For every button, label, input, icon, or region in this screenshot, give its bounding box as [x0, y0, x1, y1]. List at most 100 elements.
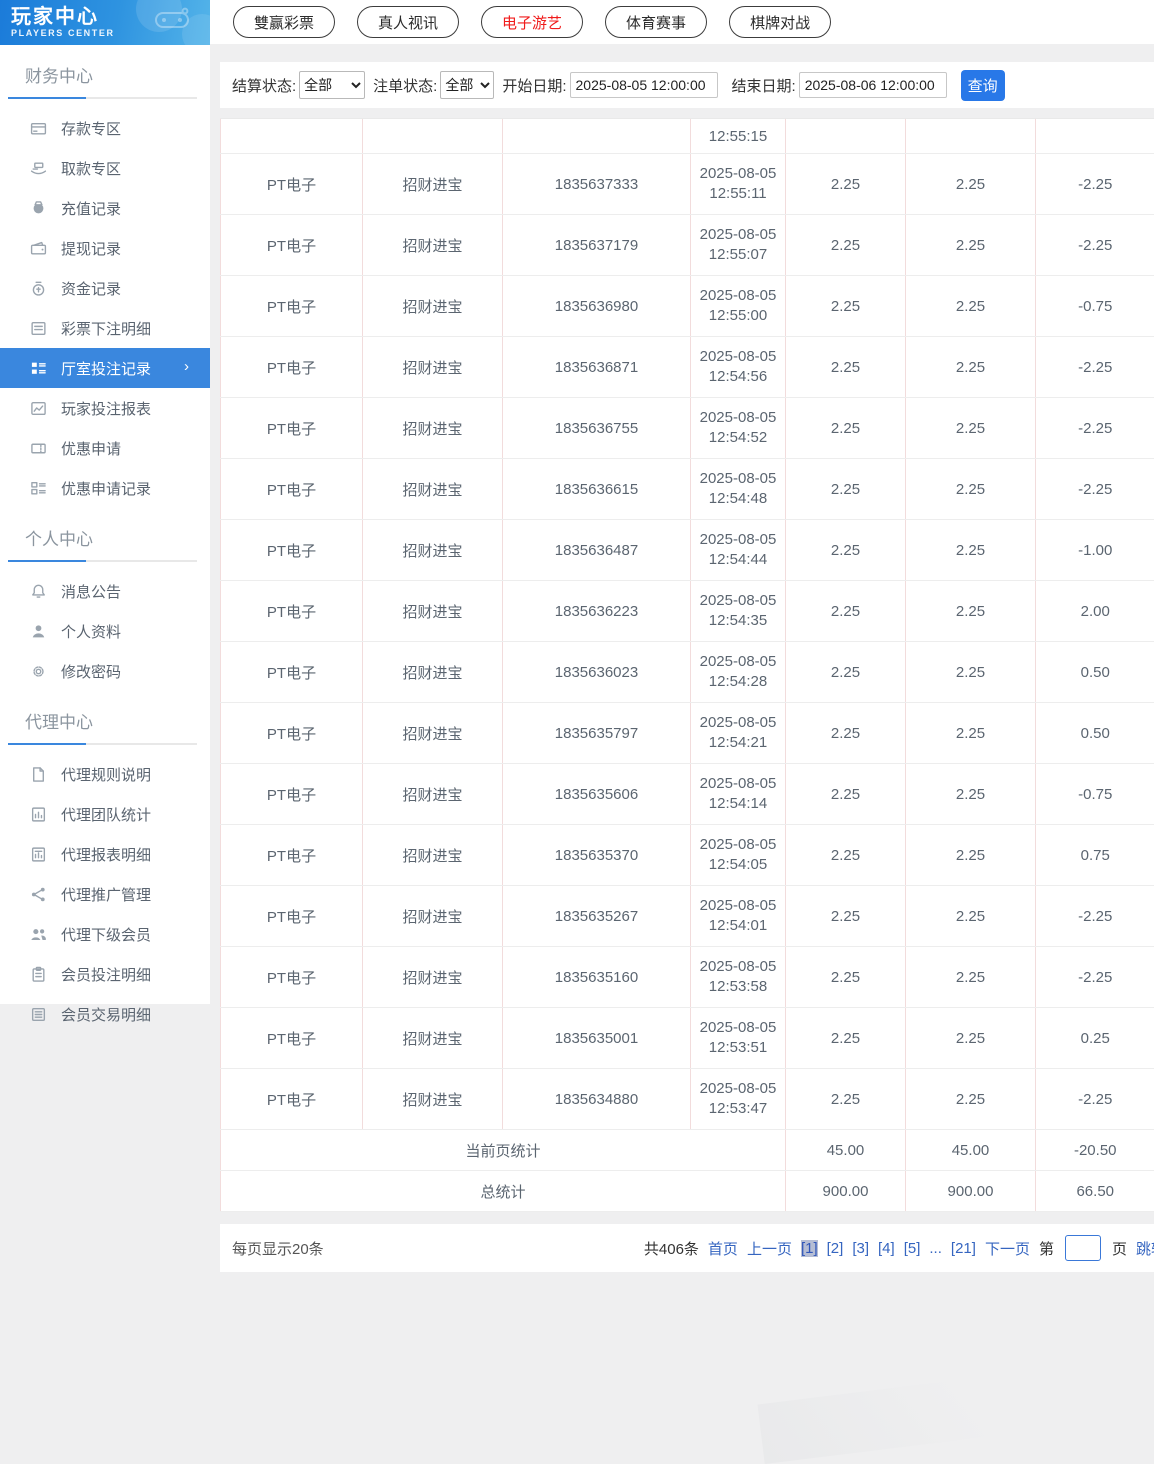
- order-no-cell: 1835634880: [503, 1069, 691, 1130]
- table-row: PT电子招财进宝18356351602025-08-0512:53:582.25…: [221, 947, 1154, 1008]
- page-number-link[interactable]: [4]: [878, 1240, 895, 1257]
- datetime-cell: 2025-08-0512:54:48: [691, 459, 786, 520]
- sidebar-item[interactable]: 消息公告: [0, 571, 210, 611]
- sidebar-item[interactable]: 代理下级会员: [0, 914, 210, 954]
- date-line: 2025-08-05: [691, 774, 785, 794]
- page-number-link[interactable]: [3]: [852, 1240, 869, 1257]
- sidebar-item-label: 优惠申请记录: [61, 478, 151, 499]
- date-line: 2025-08-05: [691, 713, 785, 733]
- page-number-link[interactable]: [5]: [904, 1240, 921, 1257]
- sidebar-item[interactable]: 存款专区: [0, 108, 210, 148]
- category-tab[interactable]: 电子游艺: [481, 6, 583, 38]
- sidebar-item[interactable]: 代理团队统计: [0, 794, 210, 834]
- date-line: 2025-08-05: [691, 652, 785, 672]
- time-line: 12:54:35: [691, 611, 785, 631]
- ticket-icon: [30, 440, 47, 457]
- page-number-link[interactable]: [2]: [827, 1240, 844, 1257]
- sidebar-item[interactable]: 代理规则说明: [0, 754, 210, 794]
- page-number-link[interactable]: [1]: [801, 1240, 818, 1257]
- sidebar-section-title: 个人中心: [0, 508, 210, 560]
- sidebar-item[interactable]: 资金记录: [0, 268, 210, 308]
- game-cell: 招财进宝: [363, 154, 503, 215]
- sidebar-item-label: 玩家投注报表: [61, 398, 151, 419]
- platform-cell: PT电子: [221, 398, 363, 459]
- table-row: PT电子招财进宝18356348802025-08-0512:53:472.25…: [221, 1069, 1154, 1130]
- game-cell: 招财进宝: [363, 215, 503, 276]
- time-line: 12:53:51: [691, 1038, 785, 1058]
- sidebar-item[interactable]: 厅室投注记录›: [0, 348, 210, 388]
- prev-page-link[interactable]: 上一页: [747, 1238, 792, 1259]
- settle-status-select[interactable]: 全部: [299, 71, 365, 99]
- platform-cell: PT电子: [221, 276, 363, 337]
- bank-card-icon: [30, 120, 47, 137]
- platform-cell: PT电子: [221, 764, 363, 825]
- sidebar-item[interactable]: 个人资料: [0, 611, 210, 651]
- order-no-cell: 1835637179: [503, 215, 691, 276]
- share-icon: [30, 886, 47, 903]
- bet-amount-cell: 2.25: [786, 1069, 906, 1130]
- sidebar-item-label: 代理报表明细: [61, 844, 151, 865]
- order-no-cell: 1835635370: [503, 825, 691, 886]
- order-no-cell: 1835636615: [503, 459, 691, 520]
- time-line: 12:54:44: [691, 550, 785, 570]
- end-date-input[interactable]: [799, 72, 947, 98]
- game-cell: 招财进宝: [363, 1008, 503, 1069]
- background-watermark: [757, 1368, 1062, 1464]
- page-number-link[interactable]: [21]: [951, 1240, 976, 1257]
- date-line: 2025-08-05: [691, 286, 785, 306]
- summary-profit-cell: 66.50: [1036, 1171, 1154, 1212]
- first-page-link[interactable]: 首页: [708, 1238, 738, 1259]
- category-tab[interactable]: 棋牌对战: [729, 6, 831, 38]
- valid-amount-cell: 2.25: [906, 764, 1036, 825]
- next-page-link[interactable]: 下一页: [985, 1238, 1030, 1259]
- platform-cell: PT电子: [221, 1069, 363, 1130]
- profit-cell: 0.50: [1036, 703, 1154, 764]
- bet-amount-cell: 2.25: [786, 154, 906, 215]
- bell-icon: [30, 583, 47, 600]
- start-date-input[interactable]: [570, 72, 718, 98]
- valid-amount-cell: 2.25: [906, 337, 1036, 398]
- sidebar-item[interactable]: 会员交易明细: [0, 994, 210, 1034]
- jump-page-input[interactable]: [1065, 1235, 1101, 1261]
- profit-cell: 0.75: [1036, 825, 1154, 886]
- sidebar-item[interactable]: 修改密码: [0, 651, 210, 691]
- sidebar-item[interactable]: 代理推广管理: [0, 874, 210, 914]
- valid-amount-cell: 2.25: [906, 947, 1036, 1008]
- query-button[interactable]: 查询: [961, 70, 1005, 101]
- sidebar-item-label: 优惠申请: [61, 438, 121, 459]
- valid-amount-cell: 2.25: [906, 276, 1036, 337]
- jump-button[interactable]: 跳转: [1136, 1238, 1154, 1259]
- sidebar-item[interactable]: 充值记录: [0, 188, 210, 228]
- jump-prefix-label: 第: [1039, 1238, 1054, 1259]
- bet-amount-cell: 2.25: [786, 1008, 906, 1069]
- sidebar-item[interactable]: 优惠申请: [0, 428, 210, 468]
- wallet-icon: [30, 240, 47, 257]
- date-line: 2025-08-05: [691, 1079, 785, 1099]
- bet-amount-cell: 2.25: [786, 947, 906, 1008]
- table-row: PT电子招财进宝18356362232025-08-0512:54:352.25…: [221, 581, 1154, 642]
- sidebar-item[interactable]: 彩票下注明细: [0, 308, 210, 348]
- category-tab[interactable]: 雙赢彩票: [233, 6, 335, 38]
- sidebar-item[interactable]: 玩家投注报表: [0, 388, 210, 428]
- order-no-cell: 1835636755: [503, 398, 691, 459]
- category-tab[interactable]: 体育赛事: [605, 6, 707, 38]
- datetime-cell: 2025-08-0512:53:47: [691, 1069, 786, 1130]
- sidebar-item[interactable]: 取款专区: [0, 148, 210, 188]
- order-status-select[interactable]: 全部: [440, 71, 494, 99]
- datetime-cell: 2025-08-0512:54:35: [691, 581, 786, 642]
- profit-cell: -0.75: [1036, 276, 1154, 337]
- profit-cell: -2.25: [1036, 886, 1154, 947]
- category-tab[interactable]: 真人视讯: [357, 6, 459, 38]
- sidebar-item-label: 充值记录: [61, 198, 121, 219]
- sidebar-item[interactable]: 代理报表明细: [0, 834, 210, 874]
- table-row: PT电子招财进宝18356368712025-08-0512:54:562.25…: [221, 337, 1154, 398]
- sidebar-item[interactable]: 优惠申请记录: [0, 468, 210, 508]
- page-number-link[interactable]: ...: [929, 1240, 942, 1257]
- valid-amount-cell: 2.25: [906, 520, 1036, 581]
- sidebar-item-label: 代理团队统计: [61, 804, 151, 825]
- platform-cell: PT电子: [221, 886, 363, 947]
- sidebar-item[interactable]: 会员投注明细: [0, 954, 210, 994]
- order-no-cell: 1835636871: [503, 337, 691, 398]
- sidebar-item[interactable]: 提现记录: [0, 228, 210, 268]
- table-row: PT电子招财进宝18356366152025-08-0512:54:482.25…: [221, 459, 1154, 520]
